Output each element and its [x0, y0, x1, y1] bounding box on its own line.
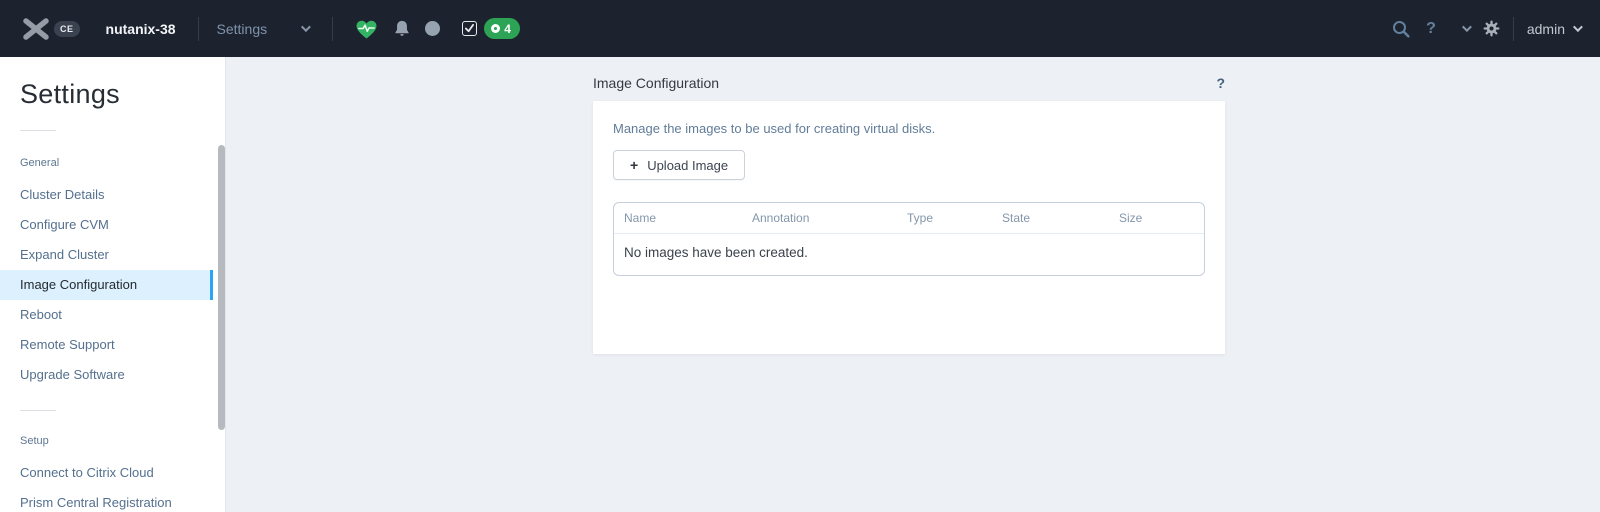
images-table: Name Annotation Type State Size No image…	[613, 202, 1205, 276]
health-icon[interactable]	[355, 19, 378, 39]
sidebar-item-connect-citrix-cloud[interactable]: Connect to Citrix Cloud	[0, 458, 213, 488]
sidebar-item-reboot[interactable]: Reboot	[0, 300, 213, 330]
divider	[20, 130, 56, 131]
column-header-annotation[interactable]: Annotation	[752, 211, 907, 225]
column-header-state[interactable]: State	[1002, 211, 1119, 225]
help-icon[interactable]: ?	[1426, 20, 1436, 38]
tasks-checkbox-icon[interactable]	[462, 21, 477, 36]
sidebar-scrollbar[interactable]	[218, 145, 225, 430]
settings-sidebar: Settings General Cluster Details Configu…	[0, 57, 225, 512]
nav-dropdown-settings[interactable]: Settings	[217, 21, 309, 37]
sidebar-item-expand-cluster[interactable]: Expand Cluster	[0, 240, 213, 270]
column-header-size[interactable]: Size	[1119, 211, 1194, 225]
panel-description: Manage the images to be used for creatin…	[613, 121, 1205, 136]
column-header-type[interactable]: Type	[907, 211, 1002, 225]
upload-image-button[interactable]: + Upload Image	[613, 150, 745, 180]
divider	[198, 17, 199, 41]
upload-image-label: Upload Image	[647, 158, 728, 173]
sidebar-item-prism-central-registration[interactable]: Prism Central Registration	[0, 488, 213, 512]
top-bar: CE nutanix-38 Settings	[0, 0, 1600, 57]
ce-badge: CE	[54, 21, 80, 37]
empty-state-message: No images have been created.	[614, 234, 1204, 275]
sidebar-nav-setup: Connect to Citrix Cloud Prism Central Re…	[0, 458, 213, 512]
chevron-down-icon[interactable]	[1462, 22, 1472, 32]
sidebar-section-setup: Setup	[20, 435, 225, 447]
plus-icon: +	[630, 157, 638, 173]
divider	[20, 410, 56, 411]
sidebar-section-general: General	[20, 157, 225, 169]
divider	[332, 17, 333, 41]
ring-icon	[491, 24, 500, 33]
image-configuration-panel: Manage the images to be used for creatin…	[593, 101, 1225, 354]
tasks-count: 4	[504, 22, 511, 36]
sidebar-title: Settings	[20, 79, 225, 110]
tasks-badge[interactable]: 4	[484, 18, 520, 39]
sidebar-nav-general: Cluster Details Configure CVM Expand Clu…	[0, 180, 213, 390]
sidebar-item-image-configuration[interactable]: Image Configuration	[0, 270, 213, 300]
sidebar-item-configure-cvm[interactable]: Configure CVM	[0, 210, 213, 240]
sidebar-item-cluster-details[interactable]: Cluster Details	[0, 180, 213, 210]
nutanix-logo[interactable]: CE	[20, 17, 80, 41]
page-title: Image Configuration	[593, 75, 719, 91]
divider	[1513, 17, 1514, 41]
main-content: Image Configuration ? Manage the images …	[593, 57, 1225, 354]
user-menu[interactable]: admin	[1527, 21, 1580, 37]
column-header-name[interactable]: Name	[624, 211, 752, 225]
x-logo-icon	[20, 17, 52, 41]
page-help-icon[interactable]: ?	[1216, 75, 1225, 91]
nav-dropdown-label: Settings	[217, 21, 268, 37]
images-table-header: Name Annotation Type State Size	[614, 203, 1204, 234]
search-icon[interactable]	[1392, 20, 1410, 38]
gear-icon[interactable]	[1483, 20, 1500, 37]
notification-circle-icon[interactable]	[425, 21, 440, 36]
cluster-name[interactable]: nutanix-38	[106, 21, 176, 37]
alerts-bell-icon[interactable]	[393, 19, 411, 38]
sidebar-item-upgrade-software[interactable]: Upgrade Software	[0, 360, 213, 390]
chevron-down-icon	[301, 22, 311, 32]
chevron-down-icon	[1573, 22, 1583, 32]
sidebar-item-remote-support[interactable]: Remote Support	[0, 330, 213, 360]
user-label: admin	[1527, 21, 1565, 37]
